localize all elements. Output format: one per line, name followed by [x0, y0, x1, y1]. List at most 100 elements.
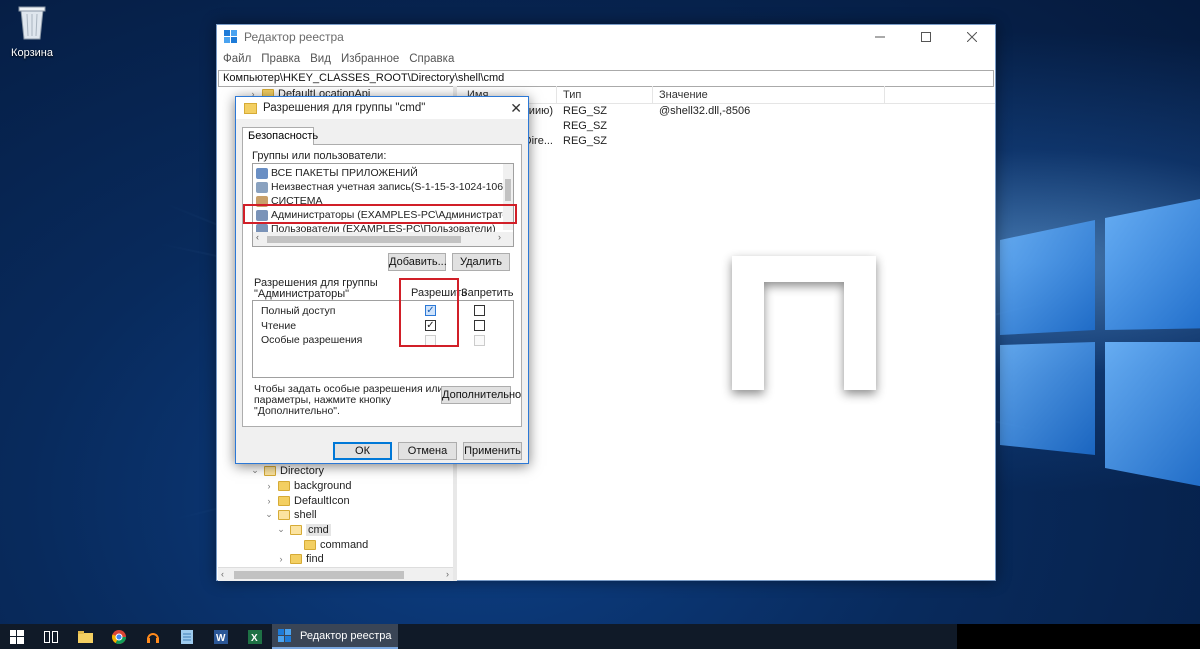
headphones-icon: [147, 632, 159, 643]
notification-area[interactable]: [957, 624, 1200, 649]
menu-view[interactable]: Вид: [310, 53, 331, 65]
windows-start-icon: [10, 629, 24, 644]
tree-horizontal-scrollbar[interactable]: ‹ ›: [218, 567, 453, 581]
scroll-left-icon[interactable]: ‹: [256, 232, 259, 242]
tree-item-label: command: [320, 538, 369, 551]
read-deny-checkbox[interactable]: [474, 320, 485, 331]
chevron-down-icon[interactable]: ⌄: [276, 524, 286, 535]
excel-icon: X: [248, 629, 262, 644]
recycle-bin-icon: [18, 6, 46, 40]
tree-item-directory[interactable]: ⌄ Directory: [250, 463, 324, 478]
file-explorer-icon: [77, 630, 93, 643]
row-type: REG_SZ: [563, 135, 608, 147]
perms-label-line2: "Администраторы": [254, 288, 350, 300]
ok-button[interactable]: ОК: [333, 442, 392, 460]
folder-icon: [290, 553, 302, 564]
recycle-bin-shortcut[interactable]: Корзина: [6, 4, 58, 59]
taskbar-active-regedit[interactable]: Редактор реестра: [272, 624, 398, 649]
windows-logo-wallpaper: [1000, 199, 1200, 487]
chrome-icon: [112, 629, 126, 644]
tree-item-shell[interactable]: ⌄ shell: [264, 507, 317, 522]
column-header-type[interactable]: Тип: [557, 86, 653, 103]
deny-column-header: Запретить: [461, 287, 514, 299]
tree-item-label: background: [294, 479, 352, 492]
taskbar-word[interactable]: W: [204, 624, 238, 649]
task-view-button[interactable]: [34, 624, 68, 649]
users-horizontal-scrollbar[interactable]: ‹ ›: [253, 232, 513, 246]
list-row[interactable]: иию) REG_SZ @shell32.dll,-8506: [461, 104, 995, 119]
tree-item-label: DefaultIcon: [294, 494, 350, 507]
list-row[interactable]: Dire... REG_SZ: [461, 134, 995, 149]
title-bar[interactable]: Редактор реестра: [217, 25, 995, 49]
scrollbar-thumb[interactable]: [267, 236, 461, 243]
tree-item-find[interactable]: › find: [276, 551, 324, 566]
chevron-down-icon[interactable]: ⌄: [250, 465, 260, 476]
highlight-administrators: [243, 204, 517, 224]
tree-item-label: cmd: [306, 523, 331, 536]
svg-text:W: W: [216, 633, 226, 644]
folder-icon: [278, 480, 290, 491]
close-icon: [967, 32, 977, 42]
perm-full-control-label: Полный доступ: [261, 305, 336, 317]
folder-open-icon: [290, 524, 302, 535]
start-button[interactable]: [0, 624, 34, 649]
cancel-button[interactable]: Отмена: [398, 442, 457, 460]
tree-item-cmd[interactable]: ⌄ cmd: [276, 522, 331, 537]
dialog-close-icon[interactable]: ✕: [510, 100, 522, 117]
tree-item-defaulticon[interactable]: › DefaultIcon: [264, 493, 350, 508]
dialog-title-bar[interactable]: Разрешения для группы "cmd" ✕: [236, 97, 528, 119]
close-button[interactable]: [949, 25, 995, 49]
scroll-right-icon[interactable]: ›: [498, 232, 501, 242]
add-button[interactable]: Добавить...: [388, 253, 447, 271]
menu-help[interactable]: Справка: [409, 53, 454, 65]
taskbar-notes-app[interactable]: [170, 624, 204, 649]
folder-icon: [304, 539, 316, 550]
taskbar-headphones-app[interactable]: [136, 624, 170, 649]
remove-button[interactable]: Удалить: [452, 253, 510, 271]
address-bar[interactable]: Компьютер\HKEY_CLASSES_ROOT\Directory\sh…: [218, 70, 994, 87]
taskbar-excel[interactable]: X: [238, 624, 272, 649]
user-item[interactable]: ВСЕ ПАКЕТЫ ПРИЛОЖЕНИЙ: [256, 166, 418, 180]
full-control-deny-checkbox[interactable]: [474, 305, 485, 316]
taskbar-file-explorer[interactable]: [68, 624, 102, 649]
scroll-right-icon[interactable]: ›: [446, 569, 449, 579]
tree-item-label: shell: [294, 508, 317, 521]
chevron-right-icon[interactable]: ›: [276, 554, 286, 564]
word-icon: W: [214, 629, 228, 644]
chevron-down-icon[interactable]: ⌄: [264, 509, 274, 520]
scroll-left-icon[interactable]: ‹: [221, 569, 224, 579]
scrollbar-thumb[interactable]: [505, 179, 511, 201]
minimize-button[interactable]: [857, 25, 903, 49]
scrollbar-thumb[interactable]: [234, 571, 404, 579]
menu-file[interactable]: Файл: [223, 53, 251, 65]
menu-favorites[interactable]: Избранное: [341, 53, 399, 65]
menu-edit[interactable]: Правка: [261, 53, 300, 65]
row-value: [653, 119, 885, 134]
column-header-value[interactable]: Значение: [653, 86, 885, 103]
tab-security[interactable]: Безопасность: [242, 127, 318, 145]
folder-icon: [278, 495, 290, 506]
chevron-right-icon[interactable]: ›: [264, 496, 274, 506]
permissions-dialog[interactable]: Разрешения для группы "cmd" ✕ Безопаснос…: [235, 96, 529, 464]
list-row[interactable]: REG_SZ: [461, 119, 995, 134]
tree-item-background[interactable]: › background: [264, 478, 352, 493]
chevron-right-icon[interactable]: ›: [264, 481, 274, 491]
tree-item-label: Directory: [280, 464, 325, 477]
apply-button[interactable]: Применить: [463, 442, 522, 460]
advanced-button[interactable]: Дополнительно: [441, 386, 521, 404]
folder-open-icon: [278, 509, 290, 520]
taskbar-chrome[interactable]: [102, 624, 136, 649]
maximize-button[interactable]: [903, 25, 949, 49]
perm-special-label: Особые разрешения: [261, 334, 363, 346]
regedit-app-icon: [224, 30, 237, 43]
maximize-icon: [921, 32, 931, 42]
user-item[interactable]: Неизвестная учетная запись(S-1-15-3-1024…: [256, 180, 513, 194]
taskbar: W X Редактор реестра: [0, 624, 1200, 649]
special-deny-checkbox[interactable]: [474, 335, 485, 346]
group-icon: [256, 167, 268, 179]
folder-icon: [244, 102, 257, 114]
tree-item-command[interactable]: command: [290, 537, 368, 552]
list-header: Имя Тип Значение: [461, 86, 995, 104]
row-type: REG_SZ: [563, 105, 608, 117]
values-list-pane[interactable]: Имя Тип Значение иию) REG_SZ @shell32.dl…: [461, 86, 995, 581]
